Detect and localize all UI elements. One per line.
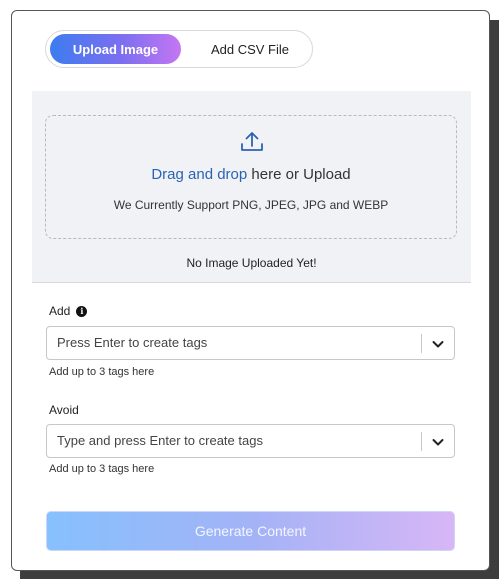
avoid-label-text: Avoid	[49, 403, 79, 417]
supported-formats-text: We Currently Support PNG, JPEG, JPG and …	[113, 198, 389, 212]
add-tags-helper: Add up to 3 tags here	[49, 366, 155, 378]
drag-and-drop-link[interactable]: Drag and drop	[151, 166, 247, 183]
add-tags-placeholder: Press Enter to create tags	[57, 335, 208, 350]
avoid-field-label: Avoid	[49, 403, 79, 417]
generator-card: Upload Image Add CSV File Drag and drop …	[11, 10, 490, 571]
upload-icon	[241, 132, 263, 151]
generate-content-button[interactable]: Generate Content	[46, 511, 455, 551]
chevron-down-icon[interactable]	[430, 434, 446, 450]
avoid-tags-input[interactable]: Type and press Enter to create tags	[46, 424, 455, 458]
drop-instruction: Drag and drop here or Upload	[46, 166, 456, 183]
add-tags-input[interactable]: Press Enter to create tags	[46, 326, 455, 360]
upload-section: Drag and drop here or Upload We Currentl…	[32, 91, 471, 283]
tab-add-csv-file[interactable]: Add CSV File	[190, 34, 310, 64]
avoid-tags-helper: Add up to 3 tags here	[49, 463, 155, 475]
info-icon[interactable]: i	[76, 305, 88, 317]
select-separator	[421, 334, 422, 353]
add-field-label: Add i	[49, 304, 88, 318]
add-label-text: Add	[49, 304, 71, 318]
upload-status-text: No Image Uploaded Yet!	[186, 256, 317, 270]
chevron-down-icon[interactable]	[430, 336, 446, 352]
tab-upload-image[interactable]: Upload Image	[50, 34, 181, 64]
avoid-tags-placeholder: Type and press Enter to create tags	[57, 433, 263, 448]
drop-instruction-rest: here or Upload	[247, 166, 351, 183]
image-dropzone[interactable]: Drag and drop here or Upload We Currentl…	[45, 115, 457, 239]
mode-tabs: Upload Image Add CSV File	[45, 30, 313, 68]
select-separator	[421, 432, 422, 451]
